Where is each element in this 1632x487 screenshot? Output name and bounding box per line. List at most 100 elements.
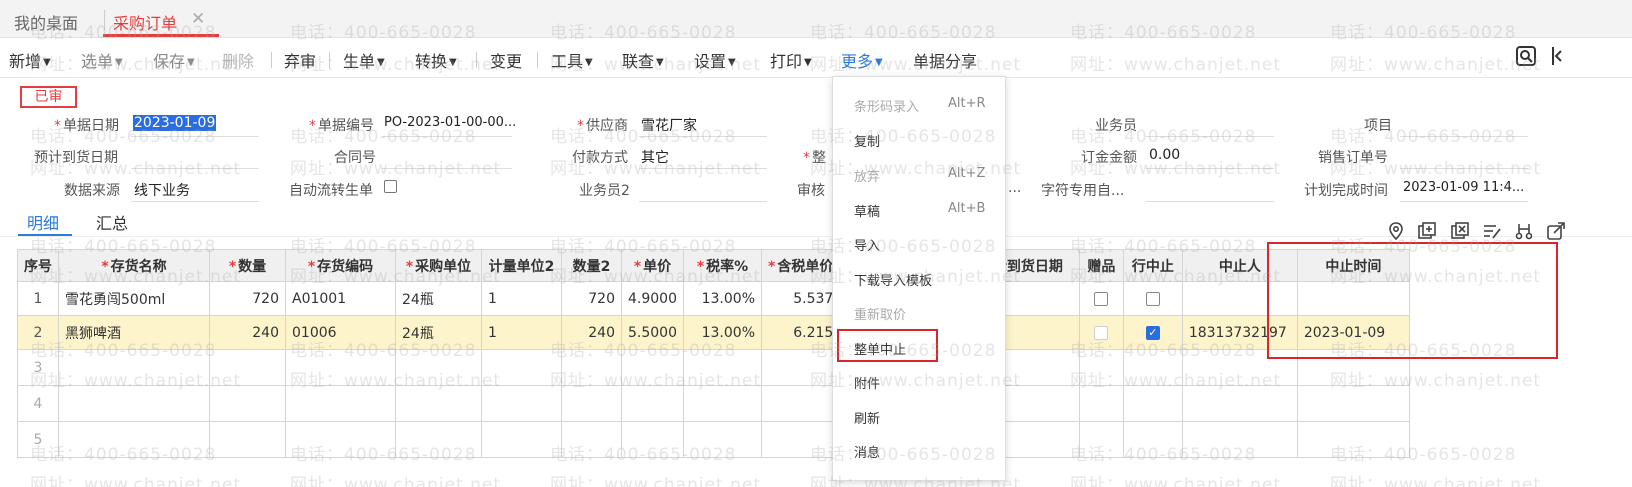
cell-row-stop[interactable]: ✓	[1122, 315, 1183, 350]
column-header[interactable]: * 含税单价	[760, 249, 841, 282]
tab-detail[interactable]: 明细	[27, 210, 59, 234]
table-cell[interactable]	[621, 385, 684, 422]
tools-button[interactable]: 工具 ▼	[551, 48, 593, 72]
cell-name[interactable]: 黑狮啤酒	[58, 315, 210, 350]
table-cell[interactable]	[58, 421, 210, 458]
menu-item[interactable]: 导入	[854, 235, 880, 254]
table-cell[interactable]	[395, 385, 482, 422]
save-button[interactable]: 保存 ▼	[153, 48, 195, 72]
cell-unit[interactable]: 24瓶	[395, 315, 482, 350]
menu-item[interactable]: 草稿	[854, 201, 880, 220]
table-cell[interactable]	[1296, 385, 1410, 422]
more-button[interactable]: 更多 ▼	[841, 48, 883, 72]
deposit-field[interactable]: 0.00	[1149, 147, 1180, 163]
column-header[interactable]: * 税率%	[683, 249, 762, 282]
table-row-empty[interactable]: 5	[17, 421, 1410, 458]
table-cell[interactable]	[621, 349, 684, 386]
table-cell[interactable]	[683, 421, 762, 458]
cell-price[interactable]: 5.5000	[621, 315, 684, 350]
query-button[interactable]: 联查 ▼	[622, 48, 664, 72]
generate-doc-button[interactable]: 生单 ▼	[343, 48, 385, 72]
cell-idx[interactable]: 5	[17, 421, 59, 458]
gift-checkbox[interactable]	[1094, 325, 1109, 340]
column-header[interactable]: * 单价	[621, 249, 684, 282]
column-header[interactable]: 行中止	[1122, 249, 1183, 282]
table-cell[interactable]	[561, 421, 622, 458]
close-icon[interactable]: ✕	[191, 9, 205, 29]
table-cell[interactable]	[621, 421, 684, 458]
table-cell[interactable]	[1296, 421, 1410, 458]
table-cell[interactable]	[481, 349, 562, 386]
doc-date-field[interactable]: 2023-01-09	[133, 115, 217, 131]
doc-share-button[interactable]: 单据分享	[913, 48, 977, 72]
table-cell[interactable]	[1078, 349, 1124, 386]
cell-idx[interactable]: 3	[17, 349, 59, 386]
menu-item[interactable]: 附件	[854, 373, 880, 392]
auto-flow-checkbox[interactable]	[384, 180, 397, 193]
table-cell[interactable]	[481, 421, 562, 458]
table-cell[interactable]	[285, 385, 396, 422]
table-row[interactable]: 1 雪花勇闯500ml 720 A01001 24瓶 1 720 4.9000 13.00% 5.…	[17, 281, 1410, 316]
column-header[interactable]: 序号	[17, 249, 59, 282]
table-cell[interactable]	[683, 385, 762, 422]
table-row-empty[interactable]: 3	[17, 349, 1410, 386]
cell-gift[interactable]	[1078, 315, 1124, 350]
collapse-icon[interactable]	[1551, 46, 1563, 71]
supplier-field[interactable]: 雪花厂家	[641, 115, 697, 135]
column-header[interactable]: 数量2	[561, 249, 622, 282]
table-cell[interactable]	[760, 349, 841, 386]
delete-button[interactable]: 删除	[222, 48, 254, 72]
cell-tax-price[interactable]: 5.537	[760, 281, 841, 316]
cell-tax[interactable]: 13.00%	[683, 315, 762, 350]
cell-code[interactable]: 01006	[285, 315, 396, 350]
column-header[interactable]: * 采购单位	[395, 249, 482, 282]
column-header[interactable]: * 存货名称	[58, 249, 210, 282]
table-cell[interactable]	[209, 349, 286, 386]
table-cell[interactable]	[481, 385, 562, 422]
menu-item[interactable]: 条形码录入	[854, 96, 919, 115]
tab-purchase-order[interactable]: 采购订单	[113, 10, 177, 34]
table-cell[interactable]	[1122, 421, 1183, 458]
table-cell[interactable]	[395, 349, 482, 386]
row-stop-checkbox[interactable]	[1145, 291, 1160, 306]
table-cell[interactable]	[1122, 385, 1183, 422]
doc-no-field[interactable]: PO-2023-01-00-00...	[384, 115, 516, 130]
cell-row-stop[interactable]	[1122, 281, 1183, 316]
cell-qty2[interactable]: 240	[561, 315, 622, 350]
cell-name[interactable]: 雪花勇闯500ml	[58, 281, 210, 316]
cell-idx[interactable]: 2	[17, 315, 59, 350]
cell-unit[interactable]: 24瓶	[395, 281, 482, 316]
convert-button[interactable]: 转换 ▼	[415, 48, 457, 72]
select-doc-button[interactable]: 选单 ▼	[81, 48, 123, 72]
plan-finish-field[interactable]: 2023-01-09 11:4...	[1403, 180, 1524, 195]
settings-button[interactable]: 设置 ▼	[694, 48, 736, 72]
menu-item[interactable]: 重新取价	[854, 304, 906, 323]
change-button[interactable]: 变更	[490, 48, 522, 72]
column-header[interactable]: 计量单位2	[481, 249, 562, 282]
table-cell[interactable]	[1122, 349, 1183, 386]
tab-summary[interactable]: 汇总	[96, 210, 128, 234]
table-cell[interactable]	[683, 349, 762, 386]
cell-unit2[interactable]: 1	[481, 281, 562, 316]
table-cell[interactable]	[1078, 385, 1124, 422]
column-header[interactable]: 赠品	[1078, 249, 1124, 282]
menu-item[interactable]: 刷新	[854, 408, 880, 427]
table-cell[interactable]	[209, 421, 286, 458]
menu-item[interactable]: 消息	[854, 442, 880, 461]
table-cell[interactable]	[1078, 421, 1124, 458]
menu-item[interactable]: 放弃	[854, 166, 880, 185]
menu-item[interactable]: 复制	[854, 131, 880, 150]
row-stop-checkbox[interactable]: ✓	[1145, 325, 1160, 340]
table-cell[interactable]	[209, 385, 286, 422]
source-field[interactable]: 线下业务	[134, 180, 190, 200]
table-cell[interactable]	[58, 349, 210, 386]
search-icon[interactable]	[1516, 46, 1536, 71]
table-cell[interactable]	[285, 421, 396, 458]
cell-unit2[interactable]: 1	[481, 315, 562, 350]
column-header[interactable]: * 存货编码	[285, 249, 396, 282]
table-cell[interactable]	[561, 349, 622, 386]
table-cell[interactable]	[285, 349, 396, 386]
table-cell[interactable]	[561, 385, 622, 422]
table-cell[interactable]	[1181, 421, 1298, 458]
table-cell[interactable]	[395, 421, 482, 458]
